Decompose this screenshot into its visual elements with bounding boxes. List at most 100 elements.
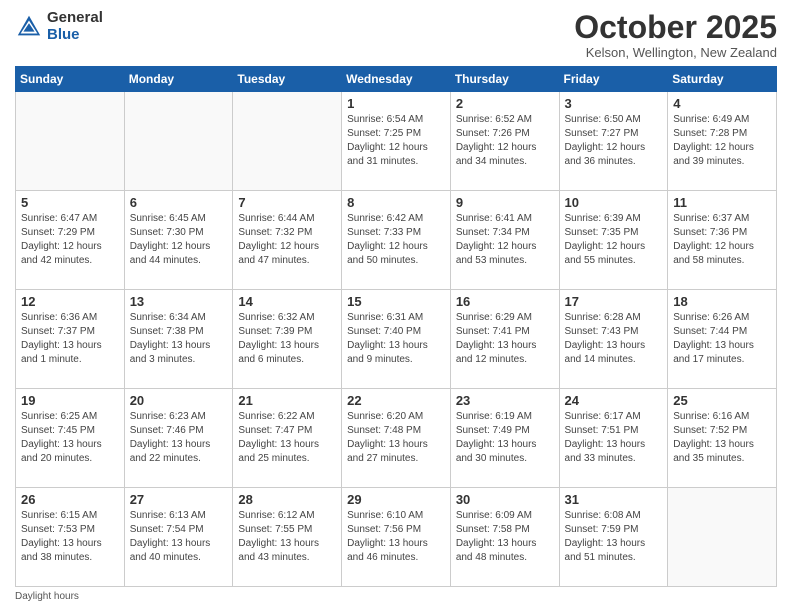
day-info: Sunrise: 6:49 AM Sunset: 7:28 PM Dayligh… bbox=[673, 113, 771, 169]
day-info: Sunrise: 6:52 AM Sunset: 7:26 PM Dayligh… bbox=[456, 113, 554, 169]
calendar-week-row: 26 Sunrise: 6:15 AM Sunset: 7:53 PM Dayli… bbox=[16, 488, 777, 587]
calendar-header-row: Sunday Monday Tuesday Wednesday Thursday… bbox=[16, 67, 777, 92]
table-row: 27 Sunrise: 6:13 AM Sunset: 7:54 PM Dayli… bbox=[124, 488, 233, 587]
day-info: Sunrise: 6:39 AM Sunset: 7:35 PM Dayligh… bbox=[565, 212, 663, 268]
day-info: Sunrise: 6:37 AM Sunset: 7:36 PM Dayligh… bbox=[673, 212, 771, 268]
table-row: 18 Sunrise: 6:26 AM Sunset: 7:44 PM Dayli… bbox=[668, 290, 777, 389]
table-row: 12 Sunrise: 6:36 AM Sunset: 7:37 PM Dayli… bbox=[16, 290, 125, 389]
day-number: 11 bbox=[673, 195, 771, 210]
col-thursday: Thursday bbox=[450, 67, 559, 92]
day-number: 27 bbox=[130, 492, 228, 507]
table-row bbox=[668, 488, 777, 587]
day-number: 2 bbox=[456, 96, 554, 111]
col-sunday: Sunday bbox=[16, 67, 125, 92]
day-number: 23 bbox=[456, 393, 554, 408]
table-row: 5 Sunrise: 6:47 AM Sunset: 7:29 PM Daylig… bbox=[16, 191, 125, 290]
day-number: 16 bbox=[456, 294, 554, 309]
table-row: 15 Sunrise: 6:31 AM Sunset: 7:40 PM Dayli… bbox=[342, 290, 451, 389]
table-row bbox=[16, 92, 125, 191]
day-number: 4 bbox=[673, 96, 771, 111]
calendar-table: Sunday Monday Tuesday Wednesday Thursday… bbox=[15, 66, 777, 587]
day-info: Sunrise: 6:23 AM Sunset: 7:46 PM Dayligh… bbox=[130, 410, 228, 466]
day-number: 20 bbox=[130, 393, 228, 408]
page: General Blue October 2025 Kelson, Wellin… bbox=[0, 0, 792, 612]
day-info: Sunrise: 6:44 AM Sunset: 7:32 PM Dayligh… bbox=[238, 212, 336, 268]
table-row: 2 Sunrise: 6:52 AM Sunset: 7:26 PM Daylig… bbox=[450, 92, 559, 191]
day-info: Sunrise: 6:15 AM Sunset: 7:53 PM Dayligh… bbox=[21, 509, 119, 565]
table-row: 20 Sunrise: 6:23 AM Sunset: 7:46 PM Dayli… bbox=[124, 389, 233, 488]
day-info: Sunrise: 6:54 AM Sunset: 7:25 PM Dayligh… bbox=[347, 113, 445, 169]
table-row: 23Sunrise: 6:19 AM Sunset: 7:49 PM Dayli… bbox=[450, 389, 559, 488]
day-info: Sunrise: 6:29 AM Sunset: 7:41 PM Dayligh… bbox=[456, 311, 554, 367]
table-row: 22 Sunrise: 6:20 AM Sunset: 7:48 PM Dayli… bbox=[342, 389, 451, 488]
day-number: 7 bbox=[238, 195, 336, 210]
day-number: 25 bbox=[673, 393, 771, 408]
day-number: 22 bbox=[347, 393, 445, 408]
table-row: 28 Sunrise: 6:12 AM Sunset: 7:55 PM Dayli… bbox=[233, 488, 342, 587]
location-subtitle: Kelson, Wellington, New Zealand bbox=[574, 45, 777, 60]
day-number: 21 bbox=[238, 393, 336, 408]
day-info: Sunrise: 6:36 AM Sunset: 7:37 PM Dayligh… bbox=[21, 311, 119, 367]
table-row: 3Sunrise: 6:50 AM Sunset: 7:27 PM Daylig… bbox=[559, 92, 668, 191]
day-info: Sunrise: 6:13 AM Sunset: 7:54 PM Dayligh… bbox=[130, 509, 228, 565]
day-number: 18 bbox=[673, 294, 771, 309]
logo: General Blue bbox=[15, 10, 103, 43]
title-block: October 2025 Kelson, Wellington, New Zea… bbox=[574, 10, 777, 60]
table-row: 9Sunrise: 6:41 AM Sunset: 7:34 PM Daylig… bbox=[450, 191, 559, 290]
col-saturday: Saturday bbox=[668, 67, 777, 92]
day-number: 13 bbox=[130, 294, 228, 309]
day-info: Sunrise: 6:12 AM Sunset: 7:55 PM Dayligh… bbox=[238, 509, 336, 565]
calendar-week-row: 12 Sunrise: 6:36 AM Sunset: 7:37 PM Dayli… bbox=[16, 290, 777, 389]
day-info: Sunrise: 6:17 AM Sunset: 7:51 PM Dayligh… bbox=[565, 410, 663, 466]
day-number: 26 bbox=[21, 492, 119, 507]
col-tuesday: Tuesday bbox=[233, 67, 342, 92]
day-info: Sunrise: 6:42 AM Sunset: 7:33 PM Dayligh… bbox=[347, 212, 445, 268]
table-row: 8 Sunrise: 6:42 AM Sunset: 7:33 PM Daylig… bbox=[342, 191, 451, 290]
table-row: 14Sunrise: 6:32 AM Sunset: 7:39 PM Dayli… bbox=[233, 290, 342, 389]
day-info: Sunrise: 6:08 AM Sunset: 7:59 PM Dayligh… bbox=[565, 509, 663, 565]
table-row bbox=[124, 92, 233, 191]
calendar-week-row: 19 Sunrise: 6:25 AM Sunset: 7:45 PM Dayli… bbox=[16, 389, 777, 488]
table-row bbox=[233, 92, 342, 191]
table-row: 1Sunrise: 6:54 AM Sunset: 7:25 PM Daylig… bbox=[342, 92, 451, 191]
table-row: 17Sunrise: 6:28 AM Sunset: 7:43 PM Dayli… bbox=[559, 290, 668, 389]
day-info: Sunrise: 6:20 AM Sunset: 7:48 PM Dayligh… bbox=[347, 410, 445, 466]
table-row: 30 Sunrise: 6:09 AM Sunset: 7:58 PM Dayli… bbox=[450, 488, 559, 587]
day-info: Sunrise: 6:26 AM Sunset: 7:44 PM Dayligh… bbox=[673, 311, 771, 367]
day-number: 28 bbox=[238, 492, 336, 507]
day-info: Sunrise: 6:31 AM Sunset: 7:40 PM Dayligh… bbox=[347, 311, 445, 367]
day-number: 30 bbox=[456, 492, 554, 507]
day-info: Sunrise: 6:16 AM Sunset: 7:52 PM Dayligh… bbox=[673, 410, 771, 466]
day-number: 5 bbox=[21, 195, 119, 210]
day-number: 15 bbox=[347, 294, 445, 309]
day-number: 3 bbox=[565, 96, 663, 111]
daylight-label: Daylight hours bbox=[15, 591, 79, 602]
day-number: 24 bbox=[565, 393, 663, 408]
day-info: Sunrise: 6:09 AM Sunset: 7:58 PM Dayligh… bbox=[456, 509, 554, 565]
day-number: 6 bbox=[130, 195, 228, 210]
day-info: Sunrise: 6:22 AM Sunset: 7:47 PM Dayligh… bbox=[238, 410, 336, 466]
logo-icon bbox=[15, 13, 43, 41]
day-info: Sunrise: 6:34 AM Sunset: 7:38 PM Dayligh… bbox=[130, 311, 228, 367]
day-info: Sunrise: 6:25 AM Sunset: 7:45 PM Dayligh… bbox=[21, 410, 119, 466]
table-row: 16 Sunrise: 6:29 AM Sunset: 7:41 PM Dayli… bbox=[450, 290, 559, 389]
table-row: 6 Sunrise: 6:45 AM Sunset: 7:30 PM Daylig… bbox=[124, 191, 233, 290]
day-number: 19 bbox=[21, 393, 119, 408]
calendar-week-row: 1Sunrise: 6:54 AM Sunset: 7:25 PM Daylig… bbox=[16, 92, 777, 191]
table-row: 29 Sunrise: 6:10 AM Sunset: 7:56 PM Dayli… bbox=[342, 488, 451, 587]
header: General Blue October 2025 Kelson, Wellin… bbox=[15, 10, 777, 60]
day-number: 9 bbox=[456, 195, 554, 210]
day-info: Sunrise: 6:47 AM Sunset: 7:29 PM Dayligh… bbox=[21, 212, 119, 268]
day-number: 8 bbox=[347, 195, 445, 210]
table-row: 19 Sunrise: 6:25 AM Sunset: 7:45 PM Dayli… bbox=[16, 389, 125, 488]
table-row: 10Sunrise: 6:39 AM Sunset: 7:35 PM Dayli… bbox=[559, 191, 668, 290]
logo-general-text: General bbox=[47, 10, 103, 27]
day-number: 29 bbox=[347, 492, 445, 507]
col-monday: Monday bbox=[124, 67, 233, 92]
footer: Daylight hours bbox=[15, 591, 777, 602]
day-number: 12 bbox=[21, 294, 119, 309]
calendar-week-row: 5 Sunrise: 6:47 AM Sunset: 7:29 PM Daylig… bbox=[16, 191, 777, 290]
day-info: Sunrise: 6:45 AM Sunset: 7:30 PM Dayligh… bbox=[130, 212, 228, 268]
day-info: Sunrise: 6:32 AM Sunset: 7:39 PM Dayligh… bbox=[238, 311, 336, 367]
day-info: Sunrise: 6:10 AM Sunset: 7:56 PM Dayligh… bbox=[347, 509, 445, 565]
